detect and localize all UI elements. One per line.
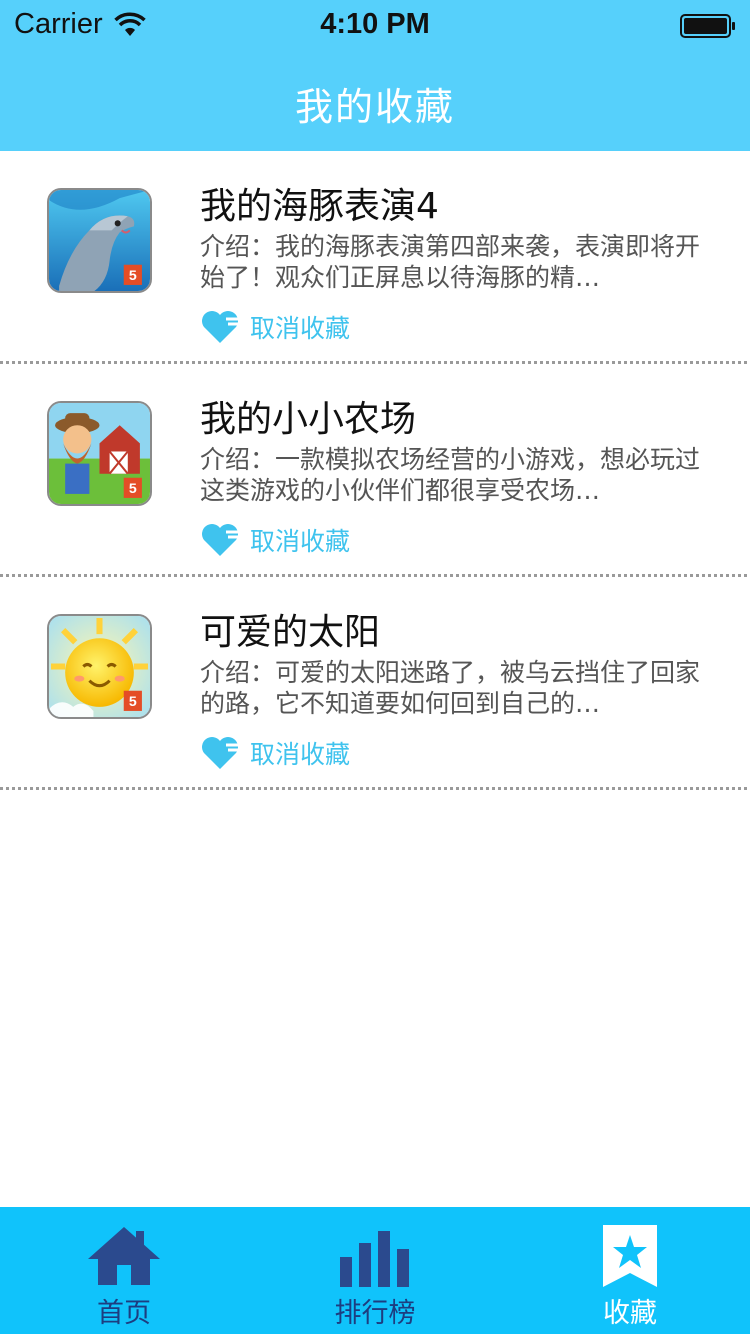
svg-text:5: 5 — [129, 693, 137, 709]
favorites-list: 5 我的海豚表演4 介绍：我的海豚表演第四部来袭，表演即将开始了！观众们正屏息以… — [0, 151, 750, 790]
tab-ranking[interactable]: 排行榜 — [285, 1207, 465, 1334]
star-bookmark-icon — [603, 1225, 657, 1287]
header: Carrier 4:10 PM 我的收藏 — [0, 0, 750, 151]
farm-game-icon[interactable]: 5 — [47, 401, 152, 506]
svg-text:5: 5 — [129, 267, 137, 283]
list-item[interactable]: 5 我的海豚表演4 介绍：我的海豚表演第四部来袭，表演即将开始了！观众们正屏息以… — [0, 151, 750, 364]
game-title[interactable]: 可爱的太阳 — [200, 603, 380, 655]
unfavorite-label: 取消收藏 — [250, 314, 351, 343]
status-bar: Carrier 4:10 PM — [0, 0, 750, 52]
game-description: 介绍：一款模拟农场经营的小游戏，想必玩过这类游戏的小伙伴们都很享受农场… — [200, 445, 701, 505]
list-item[interactable]: 5 可爱的太阳 介绍：可爱的太阳迷路了，被乌云挡住了回家的路，它不知道要如何回到… — [0, 577, 750, 790]
unfavorite-label: 取消收藏 — [250, 740, 351, 769]
sun-game-icon[interactable]: 5 — [47, 614, 152, 719]
game-description: 介绍：可爱的太阳迷路了，被乌云挡住了回家的路，它不知道要如何回到自己的… — [200, 658, 701, 718]
game-description: 介绍：我的海豚表演第四部来袭，表演即将开始了！观众们正屏息以待海豚的精… — [200, 232, 701, 292]
status-time: 4:10 PM — [320, 8, 430, 40]
tab-home[interactable]: 首页 — [34, 1207, 214, 1334]
game-title[interactable]: 我的小小农场 — [200, 390, 416, 442]
heart-icon — [202, 737, 238, 769]
tab-home-label: 首页 — [97, 1298, 151, 1329]
list-item[interactable]: 5 我的小小农场 介绍：一款模拟农场经营的小游戏，想必玩过这类游戏的小伙伴们都很… — [0, 364, 750, 577]
home-icon — [88, 1227, 160, 1285]
page-title: 我的收藏 — [294, 85, 455, 129]
tab-bar: 首页 排行榜 收藏 — [0, 1207, 750, 1334]
svg-text:5: 5 — [129, 480, 137, 496]
unfavorite-button[interactable]: 取消收藏 — [200, 735, 350, 771]
bar-chart-icon — [340, 1231, 409, 1287]
unfavorite-button[interactable]: 取消收藏 — [200, 309, 350, 345]
dolphin-game-icon[interactable]: 5 — [47, 188, 152, 293]
game-title[interactable]: 我的海豚表演4 — [200, 177, 439, 229]
tab-favorites[interactable]: 收藏 — [540, 1207, 720, 1334]
unfavorite-button[interactable]: 取消收藏 — [200, 522, 350, 558]
tab-ranking-label: 排行榜 — [334, 1298, 416, 1329]
tab-favorites-label: 收藏 — [603, 1298, 657, 1329]
heart-icon — [202, 524, 238, 556]
battery-icon — [680, 14, 735, 38]
unfavorite-label: 取消收藏 — [250, 527, 351, 556]
heart-icon — [202, 311, 238, 343]
